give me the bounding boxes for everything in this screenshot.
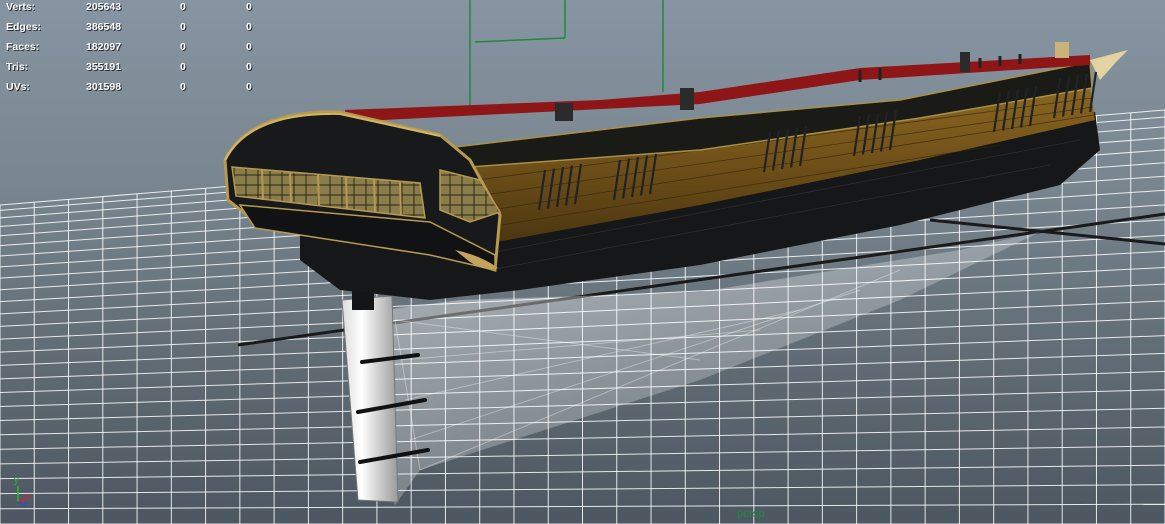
hud-label: Edges: <box>6 21 42 33</box>
axis-z-label: z <box>23 499 27 506</box>
hud-value-component: 0 <box>246 41 252 53</box>
hud-value-object: 301598 <box>86 81 122 93</box>
hud-value-selected: 0 <box>180 41 186 53</box>
hud-value-component: 0 <box>246 61 252 73</box>
hud-label: Verts: <box>6 1 36 13</box>
hud-value-object: 205643 <box>86 1 122 13</box>
axis-y-label: y <box>14 475 19 485</box>
hud-value-selected: 0 <box>180 61 186 73</box>
view-axis-gizmo: y x z <box>14 475 31 506</box>
hud-value-selected: 0 <box>180 1 186 13</box>
hud-value-component: 0 <box>246 1 252 13</box>
hud-value-selected: 0 <box>180 21 186 33</box>
hud-value-component: 0 <box>246 21 252 33</box>
hud-value-selected: 0 <box>180 81 186 93</box>
rudder <box>341 295 399 503</box>
hud-value-object: 355191 <box>86 61 122 73</box>
hud-label: Tris: <box>6 61 29 73</box>
hud-value-object: 386548 <box>86 21 122 33</box>
scene-3d[interactable] <box>0 0 1165 524</box>
mast-manipulator[interactable] <box>469 0 664 105</box>
hud-label: Faces: <box>6 41 40 53</box>
camera-name-label: persp <box>737 508 765 520</box>
hud-value-component: 0 <box>246 81 252 93</box>
maya-perspective-viewport[interactable]: Verts: 205643 0 0 Edges: 386548 0 0 Face… <box>0 0 1165 524</box>
hud-label: UVs: <box>6 81 30 93</box>
hud-value-object: 182097 <box>86 41 122 53</box>
